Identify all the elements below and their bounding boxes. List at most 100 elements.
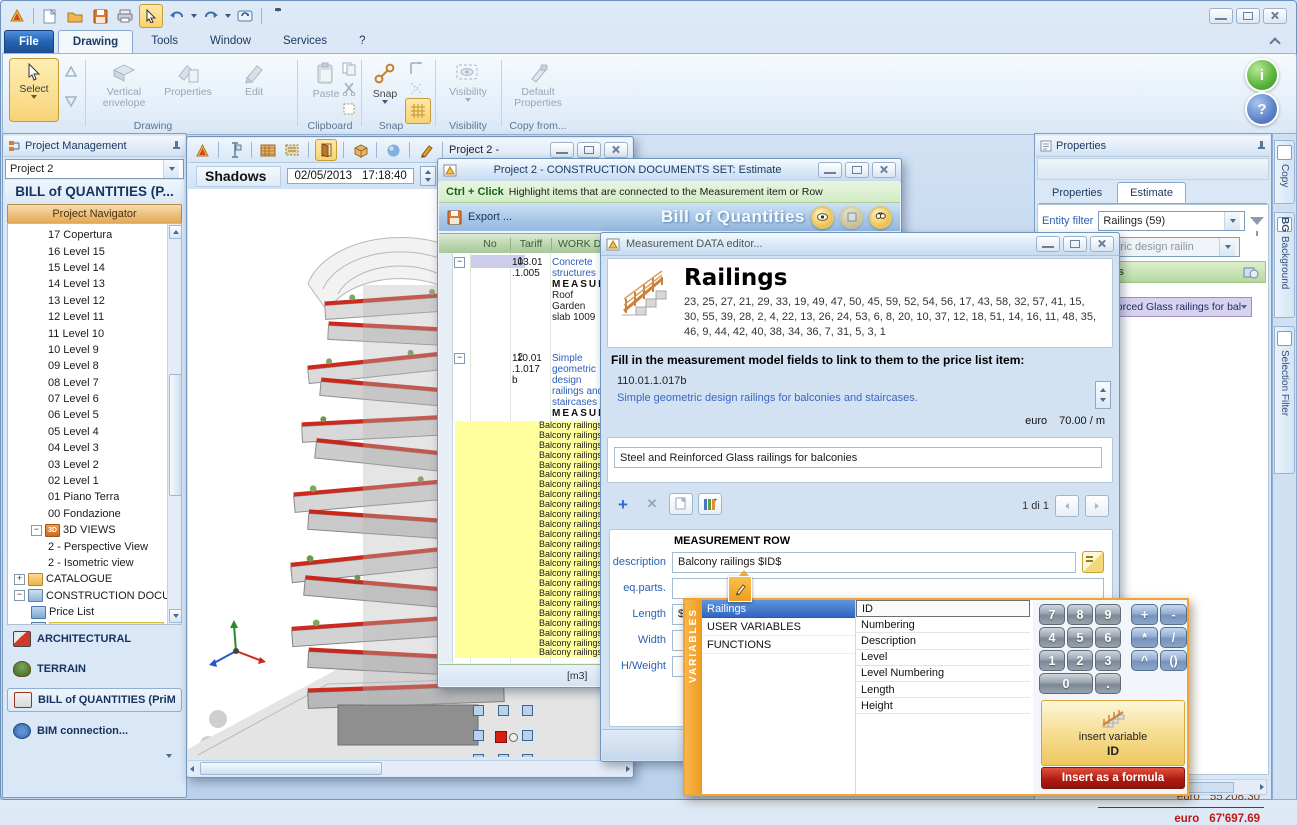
tree-item[interactable]: 06 Level 5 xyxy=(12,407,181,423)
datetime-spinner[interactable] xyxy=(420,166,436,186)
pin-icon[interactable] xyxy=(171,141,181,151)
edit-button[interactable]: Edit xyxy=(227,58,281,120)
tree-item[interactable]: +CATALOGUE xyxy=(12,571,181,587)
info-button[interactable]: i xyxy=(1245,58,1279,92)
module-button-terr[interactable]: TERRAIN xyxy=(7,658,182,680)
tree-item[interactable]: 17 Copertura xyxy=(12,227,181,243)
selection-area-icon[interactable] xyxy=(282,140,302,160)
collapse-row-icon[interactable]: − xyxy=(454,353,465,364)
snap-button[interactable]: Snap xyxy=(365,58,405,120)
module-button-bim[interactable]: BIM connection... xyxy=(7,720,182,742)
key-dot[interactable]: . xyxy=(1095,673,1121,694)
side-tab-background[interactable]: BGBackground xyxy=(1274,212,1295,318)
tree-item[interactable]: 04 Level 3 xyxy=(12,440,181,456)
tree-item[interactable]: 12 Level 11 xyxy=(12,309,181,325)
maximize-button[interactable] xyxy=(1236,8,1260,24)
customize-toolbar-icon[interactable] xyxy=(267,5,289,27)
tree-item[interactable]: 09 Level 8 xyxy=(12,358,181,374)
price-item-spinner[interactable] xyxy=(1095,381,1111,409)
module-button-boq2[interactable]: BILL of QUANTITIES (PriMus) xyxy=(7,688,182,712)
estimate-close[interactable] xyxy=(872,162,896,178)
key-9[interactable]: 9 xyxy=(1095,604,1121,625)
comment-input[interactable]: Steel and Reinforced Glass railings for … xyxy=(614,447,1102,468)
print-icon[interactable] xyxy=(114,5,136,27)
redo-dropdown-icon[interactable] xyxy=(225,14,231,18)
shadow-datetime[interactable]: 02/05/201317:18:40 xyxy=(287,168,413,184)
visibility-button[interactable]: Visibility xyxy=(441,58,495,120)
dialog-restore[interactable] xyxy=(1063,236,1087,252)
export-button[interactable]: Export ... xyxy=(468,211,512,223)
rotation-handle[interactable] xyxy=(509,733,518,742)
tree-item[interactable]: 07 Level 6 xyxy=(12,391,181,407)
key-4[interactable]: 4 xyxy=(1039,627,1065,648)
new-document-icon[interactable] xyxy=(39,5,61,27)
section-tool-icon[interactable] xyxy=(225,140,245,160)
delete-row-icon[interactable]: ✕ xyxy=(640,493,664,515)
tree-scrollbar[interactable] xyxy=(167,224,181,624)
key-3[interactable]: 3 xyxy=(1095,650,1121,671)
view-connections-icon[interactable] xyxy=(811,206,834,229)
cut-icon[interactable] xyxy=(339,80,359,98)
tab-properties[interactable]: Properties xyxy=(1039,182,1115,203)
key-7[interactable]: 7 xyxy=(1039,604,1065,625)
variable-category[interactable]: Railings xyxy=(702,600,855,618)
tree-item[interactable]: 11 Level 10 xyxy=(12,325,181,341)
redo-icon[interactable] xyxy=(200,5,222,27)
tree-item[interactable]: 2 - Perspective View xyxy=(12,538,181,554)
variable-category[interactable]: USER VARIABLES xyxy=(702,618,855,636)
variable-item[interactable]: Description xyxy=(856,633,1030,649)
estimate-minimize[interactable] xyxy=(818,162,842,178)
insert-variable-button[interactable]: insert variable ID xyxy=(1041,700,1185,766)
variable-item[interactable]: Level xyxy=(856,650,1030,666)
viewport-minimize[interactable] xyxy=(550,142,574,158)
tab-estimate[interactable]: Estimate xyxy=(1117,182,1186,203)
vertical-envelope-button[interactable]: Vertical envelope xyxy=(93,58,155,120)
collapse-ribbon-icon[interactable] xyxy=(1267,36,1283,48)
minus-expander-icon[interactable]: − xyxy=(14,590,25,601)
selection-center-handle[interactable] xyxy=(495,731,507,743)
col-work-description[interactable]: WORK D xyxy=(551,238,601,250)
menu-tab-drawing[interactable]: Drawing xyxy=(58,30,133,54)
scroll-thumb[interactable] xyxy=(169,374,182,496)
collapse-row-icon[interactable]: − xyxy=(454,257,465,268)
snap-corner-icon[interactable] xyxy=(407,60,427,78)
tree-item[interactable]: 01 Piano Terra xyxy=(12,489,181,505)
variable-item[interactable]: ID xyxy=(856,600,1030,617)
variable-item[interactable]: Numbering xyxy=(856,617,1030,633)
hscroll-right-icon[interactable] xyxy=(626,766,630,772)
prev-entity-icon[interactable] xyxy=(61,62,81,80)
key-2[interactable]: 2 xyxy=(1067,650,1093,671)
viewport-hscrollbar[interactable] xyxy=(188,760,632,776)
description-input[interactable]: Balcony railings $ID$ xyxy=(672,552,1076,573)
col-no[interactable]: No xyxy=(470,238,510,250)
hscroll-thumb[interactable] xyxy=(200,762,382,775)
tree-item[interactable]: 02 Level 1 xyxy=(12,473,181,489)
hscroll-left-icon[interactable] xyxy=(190,766,194,772)
side-tab-selection-filter[interactable]: Selection Filter xyxy=(1274,326,1295,474)
scroll-down-icon[interactable] xyxy=(169,609,182,623)
menu-tab-tools[interactable]: Tools xyxy=(137,30,192,52)
variable-category[interactable]: FUNCTIONS xyxy=(702,636,855,654)
dialog-minimize[interactable] xyxy=(1036,236,1060,252)
tree-item[interactable]: 13 Level 12 xyxy=(12,293,181,309)
measurements-tool-icon[interactable] xyxy=(1243,265,1259,279)
tree-item[interactable]: 05 Level 4 xyxy=(12,424,181,440)
refresh-icon[interactable] xyxy=(234,5,256,27)
open-folder-icon[interactable] xyxy=(64,5,86,27)
tree-item[interactable]: 00 Fondazione xyxy=(12,506,181,522)
filter-icon[interactable] xyxy=(1250,217,1264,225)
note-icon[interactable] xyxy=(1082,551,1104,573)
properties-pin-icon[interactable] xyxy=(1256,141,1266,151)
box-tool-icon[interactable] xyxy=(350,140,370,160)
insert-as-formula-button[interactable]: Insert as a formula xyxy=(1041,767,1185,789)
tree-item[interactable]: Price List xyxy=(12,604,181,620)
variable-item[interactable]: Level Numbering xyxy=(856,666,1030,682)
sphere-tool-icon[interactable] xyxy=(383,140,403,160)
key-6[interactable]: 6 xyxy=(1095,627,1121,648)
tree-item[interactable]: −CONSTRUCTION DOCUMEN xyxy=(12,588,181,604)
key-op-x[interactable]: / xyxy=(1160,627,1187,648)
help-button[interactable]: ? xyxy=(1245,92,1279,126)
formula-edit-icon[interactable] xyxy=(728,576,752,602)
tree-item[interactable]: 03 Level 2 xyxy=(12,456,181,472)
price-item-link[interactable]: Simple geometric design railings for bal… xyxy=(617,392,918,404)
